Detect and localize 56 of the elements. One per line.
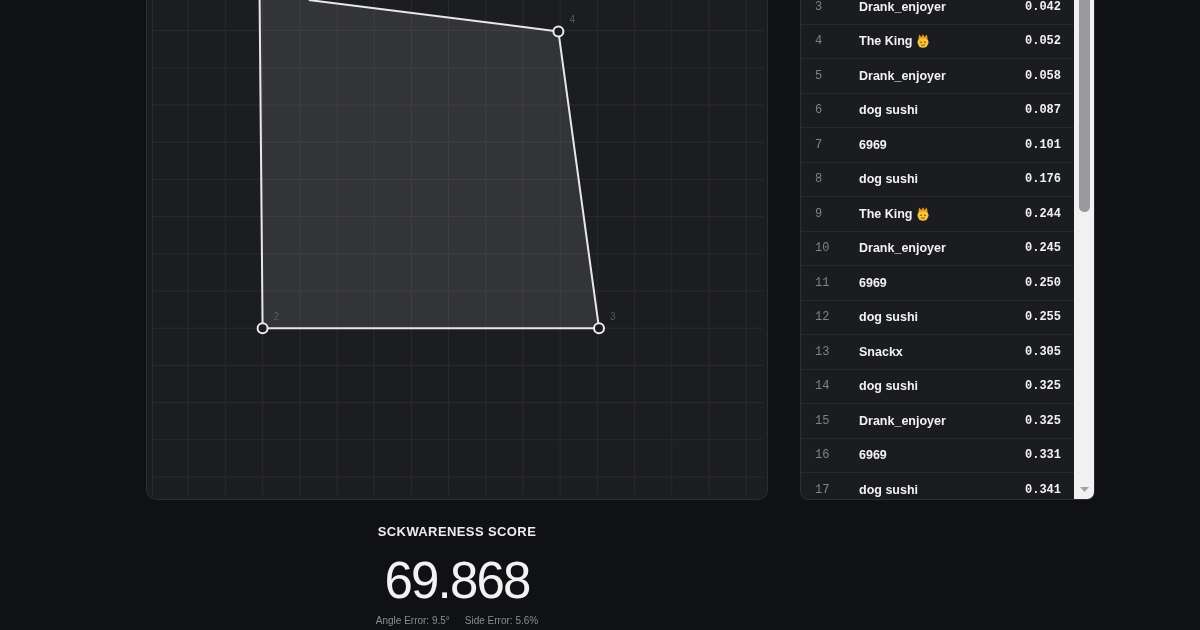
score-text: 0.058 [1025,68,1061,83]
player-name: Drank_enjoyer [859,68,946,83]
score-title: SCKWARENESS SCORE [377,524,537,540]
player-name: dog sushi [859,482,919,497]
player-name: The King [859,34,913,49]
score-value: 69.868 [384,555,530,607]
rank-number: 4 [815,34,824,49]
player-name: The King [859,206,913,221]
angle-error-text: Angle Error: 9.5° [375,615,450,627]
score-text: 0.305 [1025,344,1061,359]
side-error-text: Side Error: 5.6% [464,615,539,627]
score-text: 0.101 [1025,137,1061,152]
player-name: 6969 [859,137,887,152]
player-name: Drank_enjoyer [859,413,946,428]
player-name: dog sushi [859,379,919,394]
rank-number: 12 [815,310,831,325]
score-text: 0.087 [1025,103,1061,118]
rank-number: 7 [815,137,824,152]
scrollbar-thumb[interactable] [1078,0,1090,212]
score-text: 0.250 [1025,275,1061,290]
player-name: 6969 [859,275,887,290]
rank-number: 15 [815,413,831,428]
score-text: 0.052 [1025,34,1061,49]
rank-number: 11 [815,275,831,290]
rank-number: 14 [815,379,831,394]
player-name: dog sushi [859,310,919,325]
scrollbar-track[interactable] [1074,0,1094,499]
rank-number: 8 [815,172,824,187]
player-name: Snackx [859,344,903,359]
rank-number: 9 [815,206,824,221]
vertex-handle-icon[interactable] [256,322,269,335]
rank-number: 13 [815,344,831,359]
score-text: 0.331 [1025,448,1061,463]
score-text: 0.325 [1025,413,1061,428]
score-text: 0.042 [1025,0,1061,14]
score-text: 0.176 [1025,172,1061,187]
score-text: 0.325 [1025,379,1061,394]
vertex-label: 3 [610,311,616,323]
rank-number: 10 [815,241,831,256]
rank-number: 16 [815,448,831,463]
vertex-handle-icon[interactable] [593,322,605,335]
rank-number: 5 [815,68,824,83]
score-text: 0.244 [1025,206,1061,221]
vertex-handle-icon[interactable] [552,25,565,38]
rank-number: 3 [815,0,824,14]
player-name: Drank_enjoyer [859,241,946,256]
score-text: 0.255 [1025,310,1061,325]
vertex-label: 4 [569,14,575,26]
score-text: 0.245 [1025,241,1061,256]
player-name: Drank_enjoyer [859,0,946,14]
player-name: dog sushi [859,172,919,187]
player-name: dog sushi [859,103,919,118]
rank-number: 6 [815,103,824,118]
player-name: 6969 [859,448,887,463]
score-text: 0.341 [1025,482,1061,497]
rank-number: 17 [815,482,831,497]
